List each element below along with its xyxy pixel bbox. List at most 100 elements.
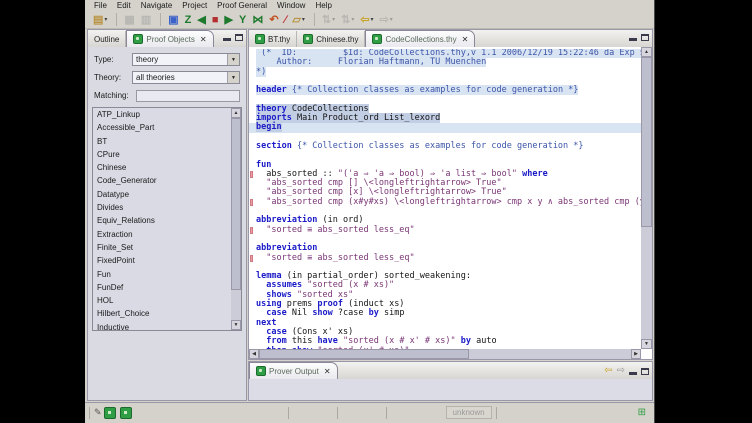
menu-window[interactable]: Window [272,1,310,10]
minimize-icon[interactable] [223,38,231,41]
code-line[interactable]: case Nil show ?case by simp [249,309,641,318]
save-button: ▦ [122,13,136,27]
list-item-equiv-relations[interactable]: Equiv_Relations [93,214,231,227]
edit-marker-button[interactable]: ∕ [283,13,289,27]
list-item-cpure[interactable]: CPure [93,148,231,161]
menu-project[interactable]: Project [177,1,212,10]
menu-edit[interactable]: Edit [112,1,136,10]
scroll-down-icon[interactable]: ▼ [641,339,652,349]
minimize-icon[interactable] [629,38,637,41]
code-area[interactable]: (* ID: $Id: CodeCollections.thy,v 1.1 20… [249,49,641,349]
code-line[interactable]: section {* Collection classes as example… [249,142,641,151]
activate-scripting-button[interactable]: ▣ [166,13,180,27]
list-item-hilbert-choice[interactable]: Hilbert_Choice [93,307,231,320]
theory-select[interactable]: all theories ▼ [132,71,240,84]
annotation-marker [250,171,253,178]
editor-tabbar: BT.thy Chinese.thyCodeCollections.thy✕ [249,30,652,48]
list-item-divides[interactable]: Divides [93,201,231,214]
chevron-down-icon[interactable]: ▾ [332,16,335,23]
menu-help[interactable]: Help [310,1,336,10]
chevron-down-icon[interactable]: ▾ [104,16,107,23]
code-line[interactable]: "sorted ≡ abs_sorted less_eq" [249,226,641,235]
matching-label: Matching: [94,91,129,100]
menu-navigate[interactable]: Navigate [136,1,178,10]
list-item-datatype[interactable]: Datatype [93,188,231,201]
list-scrollbar[interactable]: ▲ ▼ [231,108,241,330]
code-line[interactable]: header {* Collection classes as examples… [249,86,641,95]
tab-outline[interactable]: Outline [88,31,126,47]
tab-proof-objects[interactable]: Proof Objects✕ [126,30,213,47]
editor-body[interactable]: (* ID: $Id: CodeCollections.thy,v 1.1 20… [249,47,652,359]
open-folder-button[interactable]: ▱▾ [290,13,306,27]
editor-hscrollbar-thumb[interactable] [259,349,469,359]
annotation-marker [250,227,253,234]
tab-codecollections-thy[interactable]: CodeCollections.thy✕ [365,30,475,47]
code-line[interactable]: imports Main Product_ord List_lexord [249,114,641,123]
theory-file-icon [303,34,313,44]
retract-file-button[interactable]: ↶ [267,13,280,27]
list-item-bt[interactable]: BT [93,135,231,148]
editor-hscrollbar[interactable]: ◀ ▶ [249,349,641,359]
back-arrow-icon[interactable]: ⇦ [604,366,612,376]
chevron-down-icon[interactable]: ▼ [227,72,239,83]
list-item-code-generator[interactable]: Code_Generator [93,174,231,187]
close-icon[interactable]: ✕ [324,367,331,376]
scroll-up-icon[interactable]: ▲ [641,47,652,57]
matching-input[interactable] [136,90,240,102]
tab-prover-output[interactable]: Prover Output✕ [249,362,338,379]
editor-vscrollbar-thumb[interactable] [641,57,652,227]
tab-bt-thy[interactable]: BT.thy [249,31,297,47]
next-step-icon: ▶ [225,14,233,26]
code-line[interactable]: Author: Florian Haftmann, TU Muenchen [249,58,641,67]
chevron-down-icon[interactable]: ▾ [351,16,354,23]
back-history-icon: ⇦ [360,14,369,26]
process-all-button[interactable]: ⋈ [250,13,265,27]
interrupt-icon: ■ [212,14,219,26]
scroll-up-icon[interactable]: ▲ [231,108,241,118]
code-line[interactable]: begin [249,123,641,132]
minimize-icon[interactable] [629,372,637,375]
tab-chinese-thy[interactable]: Chinese.thy [297,31,365,47]
chevron-down-icon[interactable]: ▾ [390,16,393,23]
list-item-atp-linkup[interactable]: ATP_Linkup [93,108,231,121]
list-item-fixedpoint[interactable]: FixedPoint [93,254,231,267]
list-item-fundef[interactable]: FunDef [93,281,231,294]
undo-all-button[interactable]: Z [183,13,194,27]
list-scrollbar-thumb[interactable] [231,118,241,290]
menu-file[interactable]: File [89,1,112,10]
tab-label: BT.thy [268,35,290,44]
chevron-down-icon[interactable]: ▾ [371,16,374,23]
scroll-left-icon[interactable]: ◀ [249,349,259,359]
next-step-button[interactable]: ▶ [223,13,235,27]
maximize-icon[interactable] [641,368,649,375]
progress-status-icon[interactable]: ⊞ [638,407,646,418]
scroll-right-icon[interactable]: ▶ [631,349,641,359]
list-item-chinese[interactable]: Chinese [93,161,231,174]
back-history-button[interactable]: ⇦▾ [358,13,375,27]
list-item-hol[interactable]: HOL [93,294,231,307]
code-line[interactable] [249,151,641,160]
code-line[interactable]: "sorted ≡ abs_sorted less_eq" [249,254,641,263]
editor-vscrollbar[interactable]: ▲ ▼ [641,47,652,349]
new-wizard-button[interactable]: ▤▾ [91,13,109,27]
goto-button[interactable]: Y [237,13,248,27]
maximize-icon[interactable] [641,34,649,41]
undo-step-button[interactable]: ◀ [195,13,207,27]
list-item-finite-set[interactable]: Finite_Set [93,241,231,254]
code-line[interactable]: "abs_sorted cmp (x#y#xs) \<longleftright… [249,198,641,207]
scroll-down-icon[interactable]: ▼ [231,320,241,330]
chevron-down-icon[interactable]: ▼ [227,54,239,65]
list-item-extraction[interactable]: Extraction [93,228,231,241]
close-icon[interactable]: ✕ [200,35,207,44]
list-item-accessible-part[interactable]: Accessible_Part [93,121,231,134]
menu-proof-general[interactable]: Proof General [212,1,272,10]
interrupt-button[interactable]: ■ [210,13,221,27]
chevron-down-icon[interactable]: ▾ [302,16,305,23]
maximize-icon[interactable] [235,34,243,41]
type-select[interactable]: theory ▼ [132,53,240,66]
prover-output-panel: Prover Output✕ ⇦ ⇨ [248,361,653,401]
close-icon[interactable]: ✕ [462,35,469,44]
list-item-inductive[interactable]: Inductive [93,321,231,331]
list-item-fun[interactable]: Fun [93,268,231,281]
code-line[interactable]: *) [249,68,641,77]
